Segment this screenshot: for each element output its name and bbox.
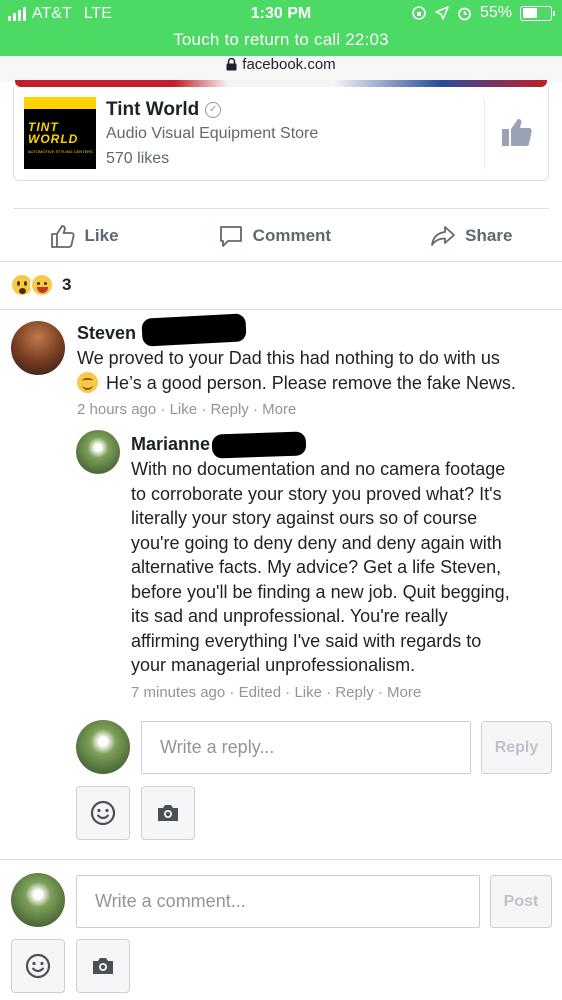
haha-reaction-icon xyxy=(30,273,54,297)
avatar[interactable] xyxy=(11,321,65,375)
comment-button[interactable]: Comment xyxy=(218,223,331,249)
comment-text-line: We proved to your Dad this had nothing t… xyxy=(77,348,500,368)
reply-text-line: before you'll be finding a new job. Quit… xyxy=(131,581,510,602)
comment-like-link[interactable]: Like xyxy=(170,401,198,418)
divider xyxy=(0,261,562,262)
reply-like-link[interactable]: Like xyxy=(294,684,322,701)
reaction-count: 3 xyxy=(62,275,72,294)
comment-bubble-icon xyxy=(219,226,242,247)
share-label: Share xyxy=(465,226,513,245)
tint-world-logo: TINT WORLD AUTOMOTIVE STYLING CENTERS xyxy=(24,97,96,169)
reply-submit-button[interactable]: Reply xyxy=(481,721,552,774)
reply-text-line: affirming everything I've said with rega… xyxy=(131,630,482,651)
comment-text: We proved to your Dad this had nothing t… xyxy=(77,346,557,395)
return-to-call-banner[interactable]: Touch to return to call 22:03 xyxy=(0,30,562,50)
smiley-icon xyxy=(25,953,51,979)
battery-icon xyxy=(520,5,555,21)
page-name[interactable]: Tint World xyxy=(106,99,199,121)
reply-photo-button[interactable] xyxy=(141,786,195,840)
redaction-mark xyxy=(141,313,247,347)
avatar xyxy=(76,720,130,774)
reply-reply-link[interactable]: Reply xyxy=(335,684,373,701)
like-button[interactable]: Like xyxy=(50,223,119,249)
url-display[interactable]: facebook.com xyxy=(226,56,336,73)
smiling-emoji-icon xyxy=(77,371,98,393)
reply-more-link[interactable]: More xyxy=(387,684,421,701)
battery-percent: 55% xyxy=(479,4,512,21)
comment-input[interactable]: Write a comment... xyxy=(76,875,480,928)
post-comment-button[interactable]: Post xyxy=(490,875,552,928)
page-category: Audio Visual Equipment Store xyxy=(106,125,319,142)
page-name-row: Tint World ✓ xyxy=(106,99,222,121)
comment-emoji-button[interactable] xyxy=(11,939,65,993)
reply-text-line: you're going to deny deny and deny again… xyxy=(131,532,502,553)
reply-text-line: literally your story against ours so of … xyxy=(131,508,478,528)
thumbs-up-icon xyxy=(50,225,75,248)
comment-author[interactable]: Steven xyxy=(77,323,136,344)
avatar[interactable] xyxy=(76,430,120,474)
reply-input[interactable]: Write a reply... xyxy=(141,721,471,774)
redaction-mark xyxy=(211,431,307,459)
screen-lock-icon xyxy=(412,6,426,20)
status-icons: 55% xyxy=(411,4,555,22)
camera-icon xyxy=(158,805,178,821)
lock-icon xyxy=(226,58,237,71)
alarm-icon xyxy=(458,7,471,20)
page-attachment-card[interactable]: TINT WORLD AUTOMOTIVE STYLING CENTERS Tin… xyxy=(13,87,549,181)
like-label: Like xyxy=(84,226,119,245)
divider xyxy=(13,208,549,209)
comment-meta: 2 hours ago · Like · Reply · More xyxy=(77,401,297,418)
verified-check-icon: ✓ xyxy=(205,102,222,118)
logo-subtext: AUTOMOTIVE STYLING CENTERS xyxy=(28,149,93,154)
camera-icon xyxy=(93,958,113,974)
divider xyxy=(0,859,562,860)
call-status-bar[interactable]: AT&T LTE 1:30 PM 55% Touch to return to … xyxy=(0,0,562,56)
comment-reply-link[interactable]: Reply xyxy=(210,401,248,418)
status-bar: AT&T LTE 1:30 PM 55% xyxy=(0,0,562,30)
reply-edited-link[interactable]: Edited xyxy=(239,684,282,701)
post-action-bar: Like Comment Share xyxy=(0,214,562,258)
reactions-summary[interactable]: 3 xyxy=(10,273,71,297)
smiley-icon xyxy=(90,800,116,826)
battery-level xyxy=(522,8,538,18)
avatar xyxy=(11,873,65,927)
comment-text-line: He’s a good person. Please remove the fa… xyxy=(106,372,516,393)
reply-text-line: your managerial unprofessionalism. xyxy=(131,655,416,675)
comment-photo-button[interactable] xyxy=(76,939,130,993)
reply-emoji-button[interactable] xyxy=(76,786,130,840)
logo-text-2: WORLD xyxy=(28,132,79,146)
comment-time: 2 hours ago xyxy=(77,401,157,418)
comment-label: Comment xyxy=(252,226,332,245)
share-button[interactable]: Share xyxy=(430,223,512,249)
reply-text: With no documentation and no camera foot… xyxy=(131,457,557,678)
reply-text-line: alternative facts. My advice? Get a life… xyxy=(131,557,502,577)
reply-text-line: With no documentation and no camera foot… xyxy=(131,459,506,479)
reply-author[interactable]: Marianne xyxy=(131,434,210,455)
location-arrow-icon xyxy=(435,6,449,20)
address-bar[interactable]: facebook.com xyxy=(0,56,562,82)
reply-time: 7 minutes ago xyxy=(131,684,226,701)
comment-more-link[interactable]: More xyxy=(262,401,296,418)
page-likes: 570 likes xyxy=(106,150,170,167)
page-like-thumb-icon[interactable] xyxy=(500,115,534,149)
share-arrow-icon xyxy=(431,226,456,246)
reply-text-line: its sad and unprofessional. You're reall… xyxy=(131,606,448,626)
url-text: facebook.com xyxy=(242,56,336,73)
divider xyxy=(0,309,562,310)
divider xyxy=(484,99,485,169)
reply-text-line: to corroborate your story you proved wha… xyxy=(131,483,502,504)
reply-meta: 7 minutes ago · Edited · Like · Reply · … xyxy=(131,684,422,701)
shared-image-edge xyxy=(15,80,547,87)
